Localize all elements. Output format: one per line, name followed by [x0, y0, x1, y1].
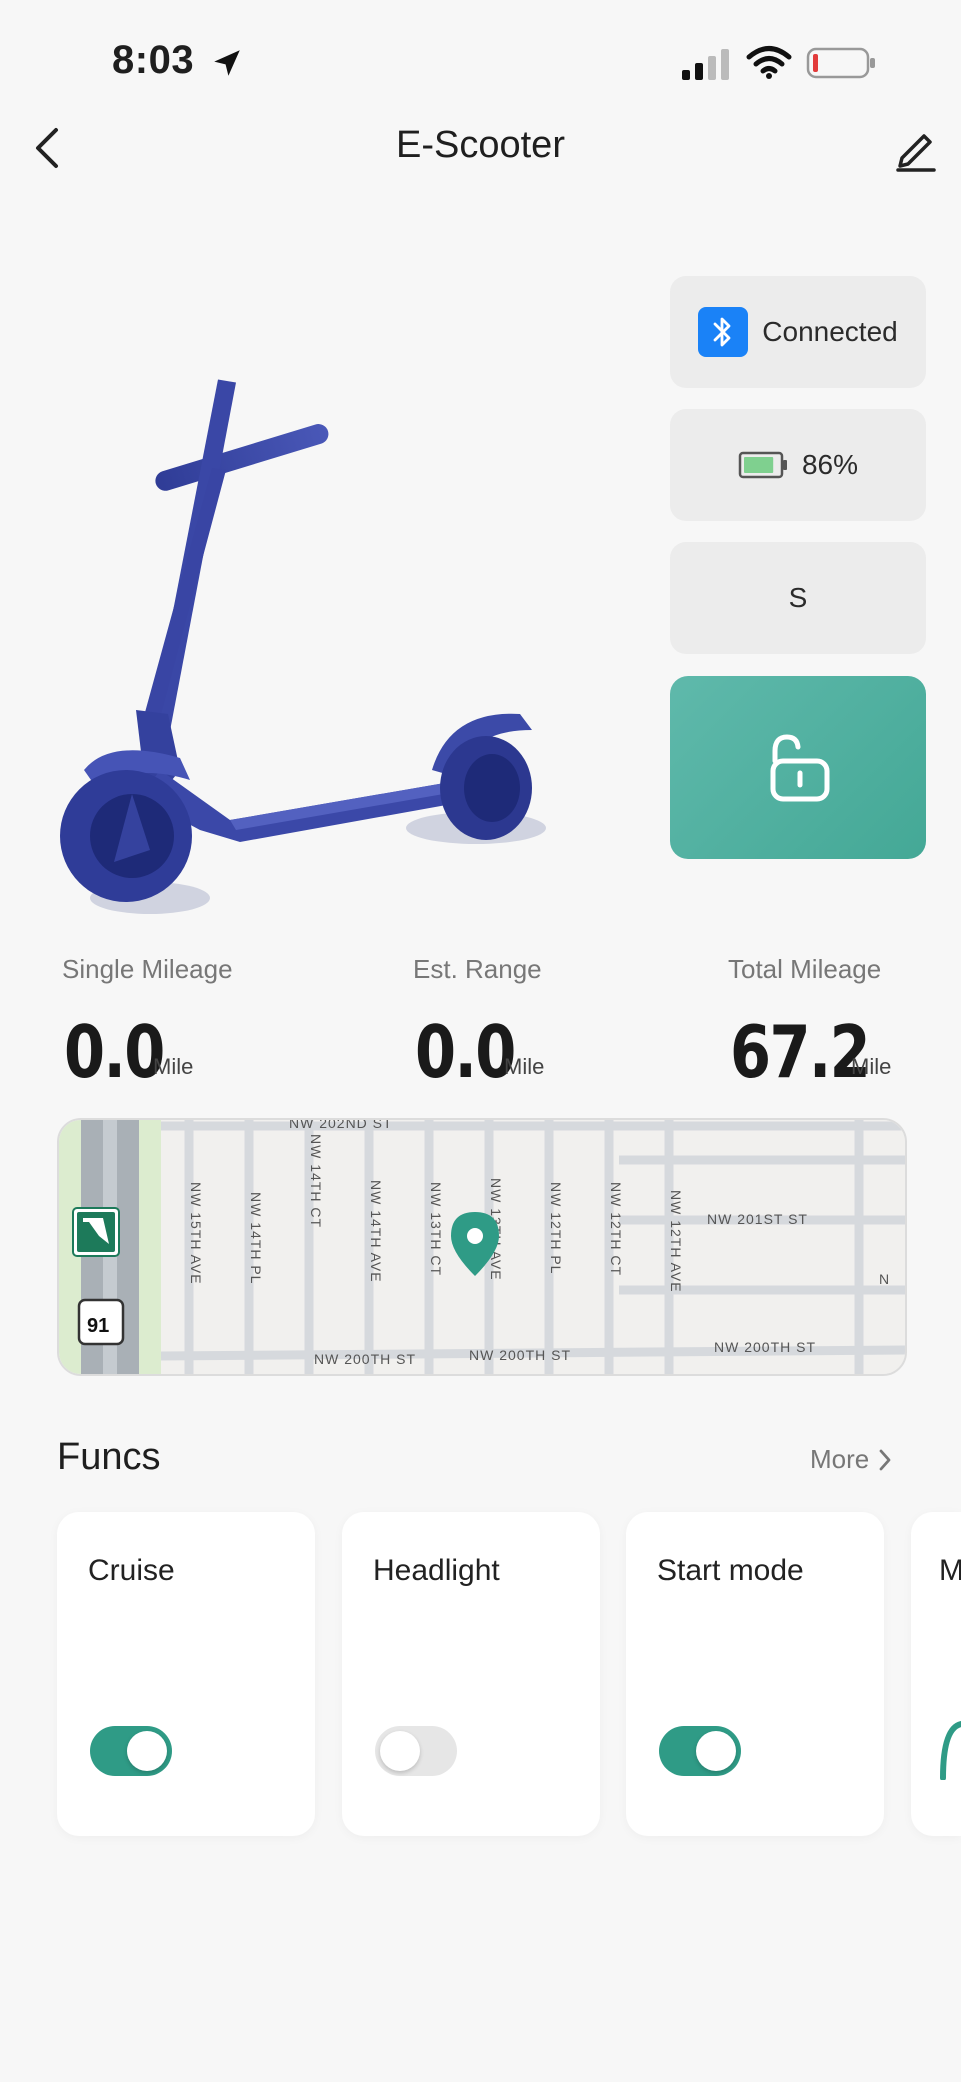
map-street-label: NW 200TH ST [714, 1339, 816, 1355]
map-street-label: NW 13TH CT [428, 1182, 444, 1276]
bluetooth-icon [698, 307, 749, 357]
lock-toggle-button[interactable] [670, 676, 926, 859]
map-street-label: NW 14TH PL [248, 1192, 264, 1284]
func-card-headlight: Headlight [342, 1512, 600, 1836]
gear-mode-card[interactable]: S [670, 542, 926, 654]
more-label: More [810, 1444, 870, 1474]
start-mode-toggle[interactable] [659, 1726, 741, 1776]
chevron-right-icon [879, 1449, 891, 1470]
map-street-label: NW 15TH AVE [188, 1182, 204, 1285]
map-street-label: NW 201ST ST [707, 1211, 808, 1227]
battery-percentage: 86% [801, 449, 859, 480]
func-label: M [939, 1554, 961, 1587]
map-street-label: NW 200TH ST [314, 1351, 416, 1367]
total-mileage-value: 67.2 [730, 1010, 871, 1094]
battery-low-icon [806, 47, 875, 79]
cruise-toggle[interactable] [90, 1726, 172, 1776]
single-mileage-label: Single Mileage [62, 954, 233, 984]
connection-status-card[interactable]: Connected [670, 276, 926, 388]
map-street-label: NW 202ND ST [289, 1120, 393, 1131]
single-mileage-value: 0.0 [64, 1010, 165, 1094]
map-street-label: NW 200TH ST [469, 1347, 571, 1363]
loading-arc-icon [940, 1721, 961, 1780]
unlock-icon [770, 733, 830, 801]
map-edge-label: N [879, 1271, 890, 1287]
funcs-section-title: Funcs [57, 1436, 161, 1478]
route-shield-icon: 91 [77, 1298, 125, 1346]
edit-pencil-icon[interactable] [894, 124, 938, 172]
location-arrow-icon [214, 50, 240, 76]
func-label: Cruise [88, 1554, 175, 1587]
est-range-label: Est. Range [413, 954, 542, 984]
map-street-label: NW 14TH CT [308, 1134, 324, 1228]
connection-label: Connected [762, 316, 898, 347]
state-road-shield-icon [72, 1207, 120, 1257]
total-mileage-label: Total Mileage [728, 954, 882, 984]
battery-icon [738, 451, 787, 479]
map-street-label: NW 14TH AVE [368, 1180, 384, 1283]
map-street-label: NW 12TH PL [548, 1182, 564, 1274]
single-mileage-unit: Mile [153, 1054, 194, 1079]
headlight-toggle[interactable] [375, 1726, 457, 1776]
page-title: E-Scooter [396, 124, 565, 166]
func-label: Start mode [657, 1554, 804, 1587]
status-time: 8:03 [112, 38, 195, 82]
svg-text:91: 91 [87, 1315, 109, 1337]
location-map[interactable]: NW 202ND ST NW 201ST ST NW 200TH ST NW 2… [57, 1118, 907, 1376]
est-range-unit: Mile [504, 1054, 545, 1079]
cellular-signal-icon [682, 49, 729, 80]
map-street-label: NW 12TH CT [608, 1182, 624, 1276]
scooter-illustration [60, 379, 546, 914]
est-range-value: 0.0 [415, 1010, 516, 1094]
map-canvas: NW 202ND ST NW 201ST ST NW 200TH ST NW 2… [59, 1120, 905, 1374]
battery-card: 86% [670, 409, 926, 521]
func-card-cruise: Cruise [57, 1512, 315, 1836]
map-street-label: NW 12TH AVE [668, 1190, 684, 1293]
more-link[interactable]: More [810, 1444, 893, 1475]
func-card-start-mode: Start mode [626, 1512, 884, 1836]
func-label: Headlight [373, 1554, 500, 1587]
wifi-icon [746, 46, 792, 79]
total-mileage-unit: Mile [851, 1054, 892, 1079]
func-card-partial[interactable]: M [911, 1512, 961, 1836]
gear-mode-label: S [788, 582, 808, 613]
